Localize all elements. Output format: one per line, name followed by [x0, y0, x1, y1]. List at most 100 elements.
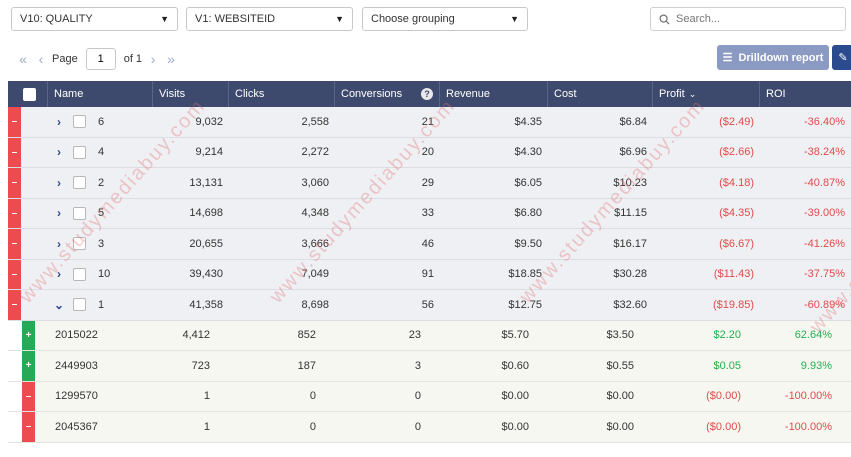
search-input[interactable]	[676, 13, 836, 25]
row-checkbox[interactable]	[73, 267, 86, 281]
row-status-strip: –	[8, 290, 21, 320]
level3-grouping-select[interactable]: Choose grouping ▼	[362, 7, 528, 31]
row-checkbox[interactable]	[73, 115, 86, 129]
select-all-checkbox[interactable]	[23, 87, 36, 101]
cost-cell: $16.17	[613, 237, 647, 250]
expand-icon[interactable]: ›	[51, 267, 67, 281]
chevron-down-icon: ▼	[160, 14, 169, 24]
row-status-strip: –	[8, 229, 21, 259]
first-page-icon[interactable]: «	[14, 51, 32, 67]
revenue-cell: $4.30	[514, 146, 542, 159]
row-name: 4	[98, 146, 105, 159]
profit-cell: $0.05	[713, 359, 741, 372]
visits-cell: 4,412	[182, 329, 210, 342]
header-conversions[interactable]: Conversions?	[335, 81, 440, 107]
prev-page-icon[interactable]: ‹	[32, 51, 50, 67]
table-row[interactable]: – › 2 13,131 3,060 29 $6.05 $10.23 ($4.18) -40.87…	[8, 168, 851, 199]
table-row[interactable]: – 1299570 1 0 0 $0.00 $0.00 ($0.00) -100.00%	[8, 381, 851, 412]
profit-cell: ($19.85)	[713, 298, 754, 311]
row-name: 1299570	[55, 390, 98, 403]
roi-cell: -36.40%	[804, 115, 845, 128]
roi-cell: -60.89%	[804, 298, 845, 311]
row-checkbox[interactable]	[73, 145, 86, 159]
header-roi[interactable]: ROI	[760, 81, 851, 107]
table-row[interactable]: – › 5 14,698 4,348 33 $6.80 $11.15 ($4.35) -39.00…	[8, 198, 851, 229]
last-page-icon[interactable]: »	[162, 51, 180, 67]
row-checkbox[interactable]	[73, 298, 86, 312]
table-row[interactable]: +2449903 723 187 3 $0.60 $0.55 $0.05 9.93%	[8, 351, 851, 382]
table-row[interactable]: – › 6 9,032 2,558 21 $4.35 $6.84 ($2.49) -36.40%	[8, 107, 851, 138]
table-row[interactable]: +2015022 4,412 852 23 $5.70 $3.50 $2.20 62.64%	[8, 320, 851, 351]
header-clicks[interactable]: Clicks	[229, 81, 335, 107]
revenue-cell: $9.50	[514, 237, 542, 250]
collapse-icon[interactable]: ⌄	[51, 298, 67, 312]
visits-cell: 9,214	[195, 146, 223, 159]
profit-cell: $2.20	[713, 329, 741, 342]
conversions-cell: 56	[421, 298, 434, 311]
row-indent	[8, 351, 22, 381]
sort-down-icon: ⌄	[688, 88, 697, 99]
cost-cell: $0.55	[606, 359, 634, 372]
header-name[interactable]: Name	[48, 81, 153, 107]
row-status-strip: –	[8, 137, 21, 167]
visits-cell: 20,655	[189, 237, 223, 250]
table-row[interactable]: – 2045367 1 0 0 $0.00 $0.00 ($0.00) -100.00%	[8, 412, 851, 443]
revenue-cell: $0.00	[501, 390, 529, 403]
name-cell: › 2	[21, 168, 153, 198]
table-row[interactable]: – › 10 39,430 7,049 91 $18.85 $30.28 ($11.43) -37…	[8, 259, 851, 290]
page-label: Page	[52, 53, 78, 65]
table-row[interactable]: – › 4 9,214 2,272 20 $4.30 $6.96 ($2.66) -38.24%	[8, 137, 851, 168]
row-status-strip: +	[22, 351, 35, 381]
header-select-all[interactable]	[8, 81, 48, 107]
row-name: 2045367	[55, 420, 98, 433]
roi-cell: 9.93%	[800, 359, 832, 372]
clicks-cell: 3,060	[301, 176, 329, 189]
expand-icon[interactable]: ›	[51, 206, 67, 220]
edit-button[interactable]: ✎	[832, 45, 851, 70]
drilldown-report-label: Drilldown report	[738, 51, 824, 64]
header-cost-label: Cost	[554, 88, 577, 100]
visits-cell: 9,032	[195, 115, 223, 128]
header-profit[interactable]: Profit ⌄	[653, 81, 760, 107]
name-cell: › 3	[21, 229, 153, 259]
revenue-cell: $12.75	[508, 298, 542, 311]
revenue-cell: $5.70	[501, 329, 529, 342]
clicks-cell: 7,049	[301, 268, 329, 281]
row-status-strip: +	[22, 320, 35, 350]
page-number-input[interactable]	[85, 48, 116, 70]
cost-cell: $6.96	[619, 146, 647, 159]
header-roi-label: ROI	[766, 88, 786, 100]
table-header: Name Visits Clicks Conversions? Revenue …	[8, 81, 851, 107]
expand-icon[interactable]: ›	[51, 115, 67, 129]
drilldown-report-button[interactable]: ☰ Drilldown report	[717, 45, 829, 70]
roi-cell: -37.75%	[804, 268, 845, 281]
revenue-cell: $18.85	[508, 268, 542, 281]
cost-cell: $3.50	[606, 329, 634, 342]
row-checkbox[interactable]	[73, 237, 86, 251]
header-visits[interactable]: Visits	[153, 81, 229, 107]
name-cell: › 5	[21, 199, 153, 229]
row-checkbox[interactable]	[73, 176, 86, 190]
conversions-cell: 46	[421, 237, 434, 250]
search-icon	[659, 13, 670, 25]
chevron-down-icon: ▼	[510, 14, 519, 24]
row-checkbox[interactable]	[73, 206, 86, 220]
level1-grouping-select[interactable]: V10: QUALITY ▼	[11, 7, 178, 31]
help-icon[interactable]: ?	[421, 88, 433, 100]
level2-grouping-select[interactable]: V1: WEBSITEID ▼	[186, 7, 353, 31]
table-row[interactable]: – › 3 20,655 3,666 46 $9.50 $16.17 ($6.67) -41.26…	[8, 229, 851, 260]
clicks-cell: 0	[309, 390, 316, 403]
search-box[interactable]	[650, 7, 846, 31]
header-cost[interactable]: Cost	[548, 81, 653, 107]
clicks-cell: 2,272	[301, 146, 329, 159]
revenue-cell: $0.00	[501, 420, 529, 433]
header-revenue[interactable]: Revenue	[440, 81, 548, 107]
table-row[interactable]: – ⌄ 1 41,358 8,698 56 $12.75 $32.60 ($19.85) -60.…	[8, 290, 851, 321]
profit-cell: ($4.18)	[719, 176, 754, 189]
expand-icon[interactable]: ›	[51, 176, 67, 190]
expand-icon[interactable]: ›	[51, 237, 67, 251]
expand-icon[interactable]: ›	[51, 145, 67, 159]
revenue-cell: $4.35	[514, 115, 542, 128]
name-cell: › 6	[21, 107, 153, 137]
next-page-icon[interactable]: ›	[144, 51, 162, 67]
